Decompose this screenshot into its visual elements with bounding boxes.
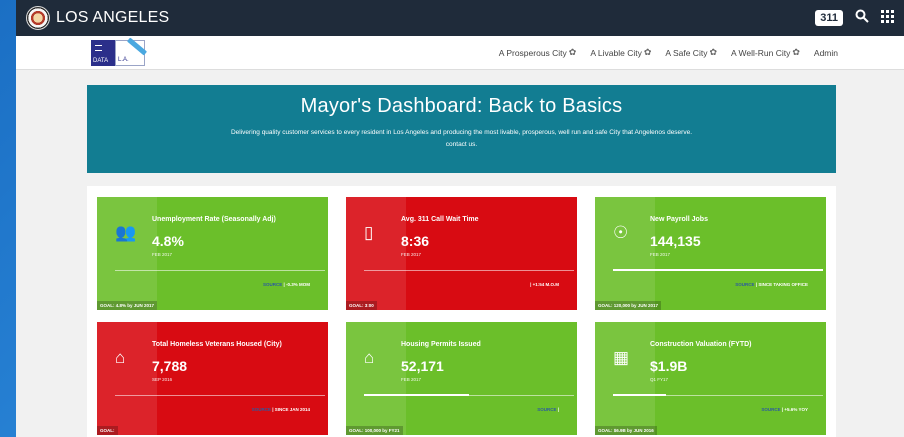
card-watermark	[97, 197, 157, 310]
hero-banner: Mayor's Dashboard: Back to Basics Delive…	[87, 85, 836, 173]
metric-cards: 👥 Unemployment Rate (Seasonally Adj) 4.8…	[87, 186, 836, 437]
contact-us-link[interactable]: contact us.	[87, 141, 836, 148]
metric-card[interactable]: ⌂ Total Homeless Veterans Housed (City) …	[97, 322, 328, 435]
card-source-line: SOURCE | SINCE TAKING OFFICE	[735, 282, 808, 287]
card-title: Unemployment Rate (Seasonally Adj)	[152, 216, 276, 223]
logo-data-block: DATA	[91, 39, 115, 66]
gear-icon: ✿	[568, 47, 577, 57]
card-watermark	[595, 322, 655, 435]
card-value: 4.8%	[152, 233, 184, 249]
card-title: Housing Permits Issued	[401, 341, 481, 348]
card-source-line: SOURCE | +5.6% YOY	[761, 407, 808, 412]
card-source-line: | +1:54 M.O.M	[530, 282, 559, 287]
nav-item-safe[interactable]: A Safe City ✿	[665, 47, 717, 58]
card-date: FEB 2017	[650, 252, 671, 257]
card-watermark	[346, 322, 406, 435]
nav-bar: DATA L.A. A Prosperous City ✿ A Livable C…	[16, 36, 904, 70]
city-seal-logo[interactable]	[26, 6, 50, 30]
source-link[interactable]: SOURCE	[537, 407, 556, 412]
progress-bar	[115, 395, 325, 396]
source-link[interactable]: SOURCE	[761, 407, 780, 412]
metric-card[interactable]: 👥 Unemployment Rate (Seasonally Adj) 4.8…	[97, 197, 328, 310]
metric-card[interactable]: ▦ Construction Valuation (FYTD) $1.9B Q1…	[595, 322, 826, 435]
card-watermark	[97, 322, 157, 435]
card-delta: | -0.3% MOM	[282, 282, 310, 287]
logo-data-text: DATA	[93, 57, 109, 64]
card-title: Avg. 311 Call Wait Time	[401, 216, 479, 223]
card-value: 7,788	[152, 358, 188, 374]
card-date: Q1 FY17	[650, 377, 669, 382]
card-goal: GOAL:	[97, 426, 118, 435]
card-value: 52,171	[401, 358, 444, 374]
source-link[interactable]: SOURCE	[252, 407, 271, 412]
apps-grid-icon[interactable]	[881, 9, 894, 27]
metric-card[interactable]: ▯ Avg. 311 Call Wait Time 8:36 FEB 2017 …	[346, 197, 577, 310]
logo-la-text: L.A.	[118, 56, 129, 63]
building-icon: ▦	[613, 348, 630, 367]
card-date: FEB 2017	[152, 252, 173, 257]
progress-fill	[364, 394, 469, 396]
card-delta: | +1:54 M.O.M	[530, 282, 559, 287]
home-icon: ⌂	[364, 348, 375, 367]
nav-item-admin[interactable]: Admin	[814, 47, 838, 58]
source-link[interactable]: SOURCE	[263, 282, 282, 287]
card-delta: |	[556, 407, 559, 412]
people-icon: 👥	[115, 223, 137, 242]
brand-title[interactable]: LOS ANGELES	[56, 9, 169, 27]
home-icon: ⌂	[115, 348, 126, 367]
card-title: Total Homeless Veterans Housed (City)	[152, 341, 282, 348]
logo-la-block: L.A.	[115, 37, 148, 66]
source-link[interactable]: SOURCE	[735, 282, 754, 287]
lightbulb-icon: ☉	[613, 223, 629, 242]
311-button[interactable]: 311	[815, 10, 843, 26]
hero-subtitle: Delivering quality customer services to …	[230, 129, 693, 136]
card-date: SEP 2016	[152, 377, 173, 382]
progress-bar	[364, 270, 574, 271]
card-source-line: SOURCE | SINCE JAN 2014	[252, 407, 310, 412]
card-title: Construction Valuation (FYTD)	[650, 341, 752, 348]
progress-bar	[613, 394, 823, 396]
gear-icon: ✿	[792, 47, 800, 57]
card-date: FEB 2017	[401, 252, 422, 257]
card-source-line: SOURCE | -0.3% MOM	[263, 282, 310, 287]
top-bar: LOS ANGELES 311	[16, 0, 904, 36]
card-source-line: SOURCE |	[537, 407, 559, 412]
card-watermark	[346, 197, 406, 310]
card-date: FEB 2017	[401, 377, 422, 382]
card-goal: GOAL: $6.9B by JUN 2016	[595, 426, 657, 435]
pencil-icon	[126, 37, 148, 55]
card-goal: GOAL: 4.8% by JUN 2017	[97, 301, 158, 310]
progress-fill	[613, 394, 666, 396]
card-value: $1.9B	[650, 358, 688, 374]
card-goal: GOAL: 3:00	[346, 301, 377, 310]
card-delta: | SINCE TAKING OFFICE	[754, 282, 808, 287]
gear-icon: ✿	[643, 47, 652, 57]
card-delta: | SINCE JAN 2014	[270, 407, 310, 412]
card-delta: | +5.6% YOY	[780, 407, 808, 412]
card-value: 144,135	[650, 233, 701, 249]
data-la-logo[interactable]: DATA L.A.	[91, 37, 148, 66]
page-title: Mayor's Dashboard: Back to Basics	[300, 95, 623, 117]
progress-bar	[115, 270, 325, 271]
card-value: 8:36	[401, 233, 430, 249]
card-goal: GOAL: 100,000 by FY21	[346, 426, 403, 435]
card-title: New Payroll Jobs	[650, 216, 708, 223]
progress-fill	[613, 269, 823, 271]
metric-card[interactable]: ☉ New Payroll Jobs 144,135 FEB 2017 SOUR…	[595, 197, 826, 310]
phone-icon: ▯	[364, 223, 374, 242]
search-icon[interactable]	[855, 9, 869, 27]
progress-bar	[613, 269, 823, 271]
card-goal: GOAL: 120,000 by JUN 2017	[595, 301, 662, 310]
gear-icon: ✿	[709, 47, 717, 57]
metric-card[interactable]: ⌂ Housing Permits Issued 52,171 FEB 2017…	[346, 322, 577, 435]
progress-bar	[364, 394, 574, 396]
nav-item-livable[interactable]: A Livable City ✿	[590, 47, 651, 58]
nav-item-prosperous[interactable]: A Prosperous City ✿	[499, 47, 577, 58]
nav-item-well-run[interactable]: A Well-Run City ✿	[731, 47, 800, 58]
card-watermark	[595, 197, 655, 310]
